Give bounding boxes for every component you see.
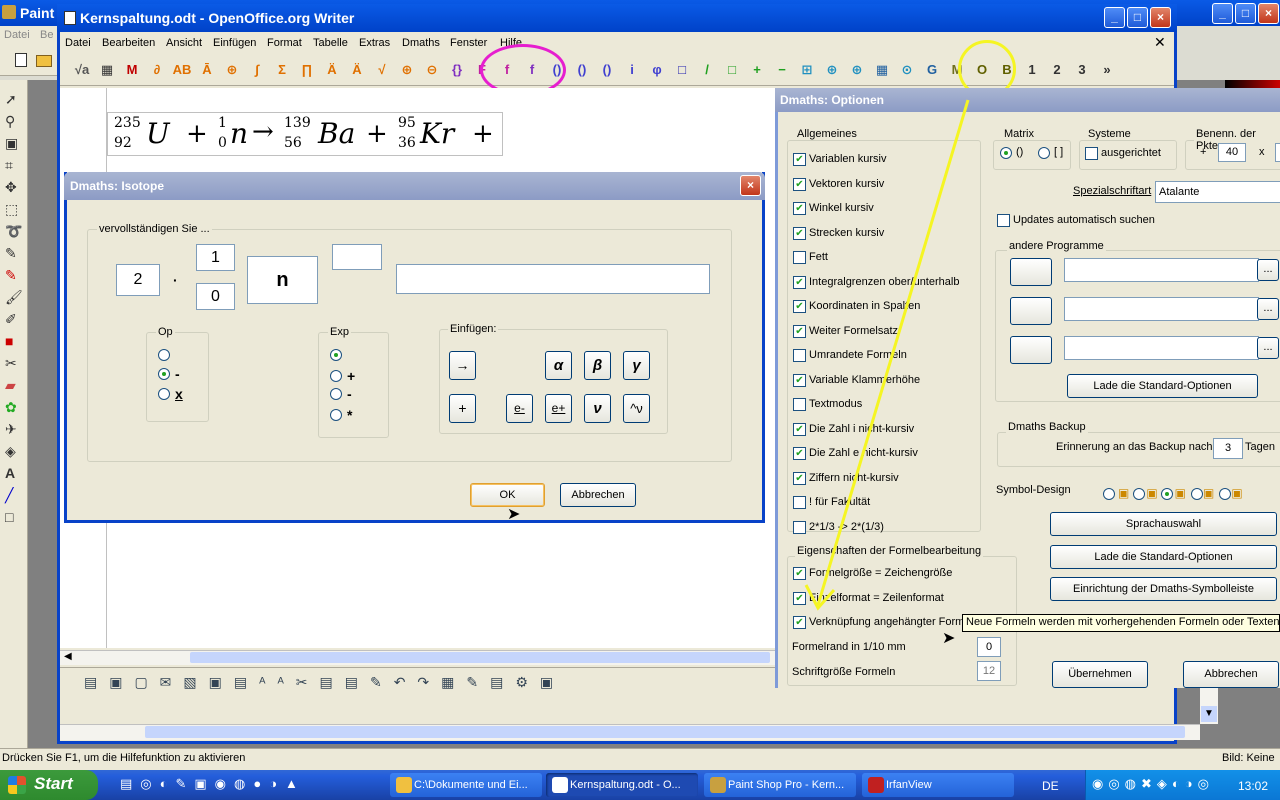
- taskbar-writer[interactable]: Kernspaltung.odt - O...: [546, 773, 698, 797]
- psp-task-icon: [710, 777, 726, 793]
- taskbar-explorer[interactable]: C:\Dokumente und Ei...: [390, 773, 542, 797]
- taskbar-psp[interactable]: Paint Shop Pro - Kern...: [704, 773, 856, 797]
- language-indicator[interactable]: DE: [1042, 779, 1059, 793]
- annotation-yellow-arrow: [804, 99, 970, 611]
- quicklaunch-icons: ▤◎◐✎▣◉◍●◑▲: [120, 776, 306, 791]
- tray-icons: ◉◎◍✖◈◐◑◎: [1092, 776, 1214, 791]
- taskbar-irfanview[interactable]: IrfanView: [862, 773, 1014, 797]
- clock: 13:02: [1238, 779, 1269, 793]
- writer-doc-icon: [552, 777, 568, 793]
- irfanview-icon: [868, 777, 884, 793]
- start-windows-icon: [8, 776, 26, 794]
- start-label: Start: [34, 774, 73, 793]
- explorer-folder-icon: [396, 777, 412, 793]
